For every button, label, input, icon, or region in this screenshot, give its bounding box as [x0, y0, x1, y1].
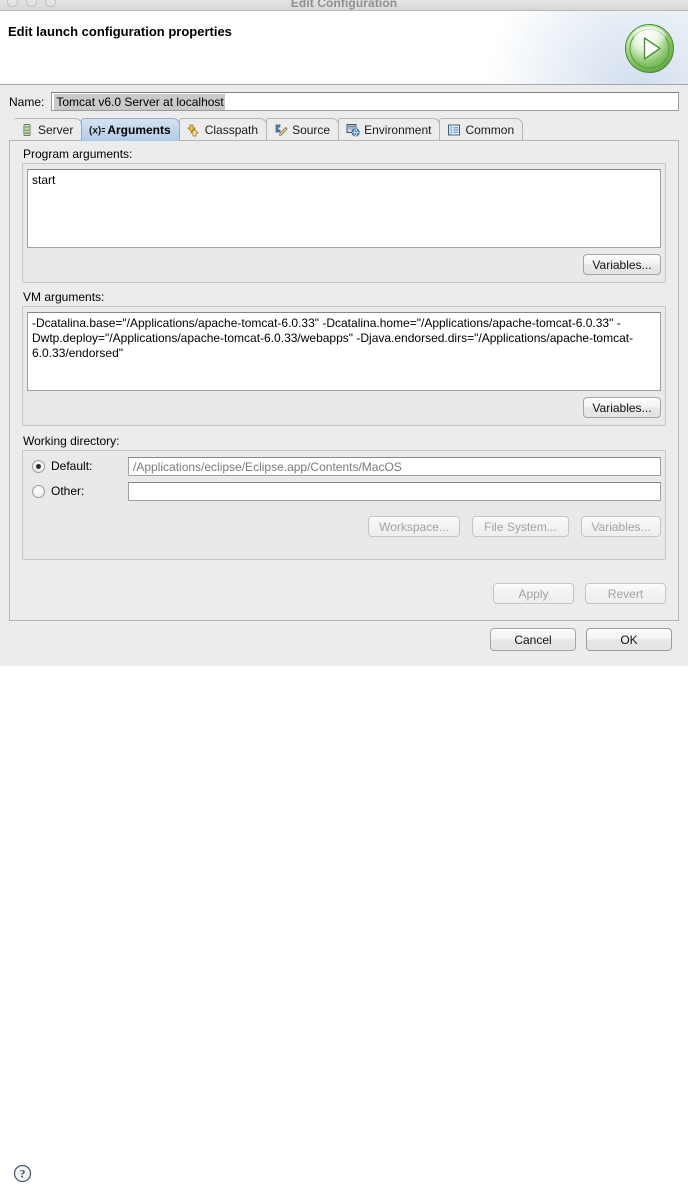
svg-text:?: ? [20, 1167, 26, 1181]
vm-arguments-label: VM arguments: [23, 290, 105, 304]
name-input-value: Tomcat v6.0 Server at localhost [54, 93, 225, 110]
variable-xy-icon: (x)= [89, 123, 107, 137]
working-directory-other-input[interactable] [128, 482, 661, 501]
working-directory-label: Working directory: [23, 434, 120, 448]
vm-arguments-variables-button[interactable]: Variables... [583, 397, 661, 418]
tab-environment-label: Environment [364, 123, 432, 137]
apply-button[interactable]: Apply [493, 583, 574, 604]
tab-common-label: Common [465, 123, 515, 137]
tab-server[interactable]: Server [14, 118, 83, 141]
dialog-footer: ? Cancel OK [0, 621, 688, 1183]
name-input[interactable]: Tomcat v6.0 Server at localhost [51, 92, 679, 111]
window-titlebar: Edit Configuration [0, 0, 688, 11]
file-system-button[interactable]: File System... [472, 516, 569, 537]
working-directory-variables-button[interactable]: Variables... [581, 516, 661, 537]
tab-source[interactable]: Source [266, 118, 340, 141]
revert-button[interactable]: Revert [585, 583, 666, 604]
radio-selected-dot [36, 464, 41, 469]
workspace-button[interactable]: Workspace... [368, 516, 460, 537]
dialog-banner: Edit launch configuration properties [0, 11, 688, 85]
help-question-icon[interactable]: ? [13, 1164, 32, 1183]
tabstrip: Server (x)= Arguments Classpath Source E… [9, 117, 679, 141]
working-directory-other-radio[interactable] [32, 485, 45, 498]
window-title: Edit Configuration [290, 0, 398, 10]
source-edit-icon [274, 123, 288, 137]
tab-arguments-label: Arguments [107, 123, 171, 137]
configuration-tabfolder: Server (x)= Arguments Classpath Source E… [9, 117, 679, 621]
vm-arguments-input[interactable]: -Dcatalina.base="/Applications/apache-to… [27, 312, 661, 391]
name-label: Name: [9, 94, 45, 109]
svg-text:(x)=: (x)= [89, 126, 105, 137]
classpath-icon [186, 123, 201, 137]
dialog-content: Name: Tomcat v6.0 Server at localhost Se… [0, 85, 688, 1183]
tab-classpath-label: Classpath [204, 123, 259, 137]
tab-arguments[interactable]: (x)= Arguments [81, 118, 180, 141]
cancel-button[interactable]: Cancel [490, 628, 576, 651]
server-icon [20, 123, 34, 137]
page-title: Edit launch configuration properties [8, 24, 232, 39]
tab-common[interactable]: Common [439, 118, 524, 141]
program-arguments-label: Program arguments: [23, 147, 133, 161]
working-directory-default-input[interactable]: /Applications/eclipse/Eclipse.app/Conten… [128, 457, 661, 476]
tab-server-label: Server [38, 123, 74, 137]
working-directory-other-label: Other: [51, 484, 85, 498]
ok-button[interactable]: OK [586, 628, 672, 651]
tab-source-label: Source [292, 123, 331, 137]
program-arguments-variables-button[interactable]: Variables... [583, 254, 661, 275]
common-list-icon [447, 123, 461, 137]
program-arguments-input[interactable]: start [27, 169, 661, 248]
tab-environment[interactable]: Environment [338, 118, 441, 141]
environment-icon [346, 123, 360, 137]
working-directory-default-radio[interactable] [32, 460, 45, 473]
tab-classpath[interactable]: Classpath [178, 118, 268, 141]
edit-configuration-dialog: Edit Configuration Edit launch configura… [0, 0, 688, 1183]
run-play-icon [624, 23, 675, 74]
arguments-tab-panel: Program arguments: start Variables... VM… [9, 140, 679, 621]
working-directory-default-label: Default: [51, 459, 93, 473]
name-row: Name: Tomcat v6.0 Server at localhost [9, 91, 679, 112]
